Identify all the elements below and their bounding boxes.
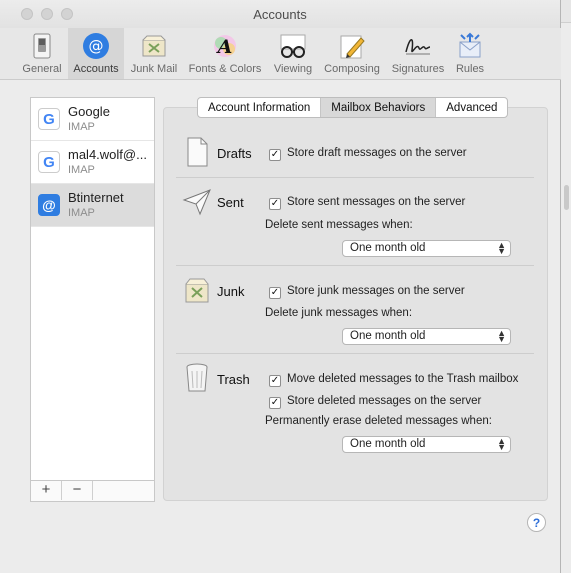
- toolbar-rules[interactable]: Rules: [450, 28, 490, 79]
- junk-tray-icon: [185, 278, 209, 303]
- account-type: IMAP: [68, 121, 95, 133]
- trash-section: Trash ✓ Move deleted messages to the Tras…: [176, 362, 534, 462]
- tab-advanced[interactable]: Advanced: [436, 98, 507, 117]
- title-bar: Accounts: [0, 0, 560, 28]
- toolbar-signatures[interactable]: Signatures: [388, 28, 448, 79]
- move-trash-checkbox-row[interactable]: ✓ Move deleted messages to the Trash mail…: [269, 373, 518, 387]
- pencil-icon: [340, 35, 365, 59]
- drafts-section: Drafts ✓ Store draft messages on the serv…: [176, 136, 534, 176]
- preferences-window: Accounts General @ Accounts Junk Mail A …: [0, 0, 561, 573]
- move-trash-checkbox[interactable]: ✓: [269, 375, 281, 387]
- account-name: Btinternet: [68, 190, 124, 205]
- store-trash-checkbox[interactable]: ✓: [269, 397, 281, 409]
- toolbar-viewing[interactable]: Viewing: [268, 28, 318, 79]
- toolbar-junk-mail[interactable]: Junk Mail: [126, 28, 182, 79]
- add-account-button[interactable]: +: [31, 481, 62, 500]
- delete-junk-select[interactable]: One month old ▲ ▼: [342, 328, 511, 345]
- chevron-updown-icon: ▲ ▼: [497, 436, 506, 452]
- store-drafts-checkbox[interactable]: ✓: [269, 149, 281, 161]
- rules-envelope-icon: [459, 32, 481, 58]
- background-scrollbar[interactable]: [564, 185, 569, 210]
- store-sent-checkbox[interactable]: ✓: [269, 198, 281, 210]
- accounts-list-footer: + −: [31, 480, 154, 501]
- toolbar-fonts-colors[interactable]: A Fonts & Colors: [184, 28, 266, 79]
- tab-account-information[interactable]: Account Information: [198, 98, 322, 117]
- junk-section: Junk ✓ Store junk messages on the server …: [176, 274, 534, 354]
- drafts-page-icon: [187, 137, 208, 167]
- store-junk-label: Store junk messages on the server: [287, 285, 465, 297]
- chevron-updown-icon: ▲ ▼: [497, 328, 506, 344]
- erase-trash-label: Permanently erase deleted messages when:: [265, 415, 492, 427]
- accounts-list: G Google IMAP G mal4.wolf@... IMAP @ Bti…: [30, 97, 155, 502]
- sent-section: Sent ✓ Store sent messages on the server …: [176, 186, 534, 266]
- window-title: Accounts: [253, 7, 307, 22]
- junk-title: Junk: [217, 284, 245, 299]
- account-name: Google: [68, 104, 110, 119]
- trash-title: Trash: [217, 372, 250, 387]
- account-type: IMAP: [68, 164, 95, 176]
- delete-junk-label: Delete junk messages when:: [265, 307, 413, 319]
- at-sign-icon: @: [83, 33, 109, 59]
- section-divider: [176, 177, 534, 178]
- erase-trash-select[interactable]: One month old ▲ ▼: [342, 436, 511, 453]
- junk-tray-icon: [142, 35, 166, 57]
- google-g-icon: G: [38, 108, 60, 130]
- move-trash-label: Move deleted messages to the Trash mailb…: [287, 373, 519, 385]
- section-divider: [176, 265, 534, 266]
- trash-can-icon: [186, 363, 208, 392]
- signature-icon: [405, 39, 431, 55]
- account-item-mal4-wolf[interactable]: G mal4.wolf@... IMAP: [31, 141, 154, 184]
- chevron-updown-icon: ▲ ▼: [497, 240, 506, 256]
- delete-sent-select[interactable]: One month old ▲ ▼: [342, 240, 511, 257]
- store-junk-checkbox[interactable]: ✓: [269, 287, 281, 299]
- general-switch-icon: [33, 33, 51, 59]
- svg-text:A: A: [216, 36, 233, 58]
- at-sign-icon: @: [38, 194, 60, 216]
- store-trash-checkbox-row[interactable]: ✓ Store deleted messages on the server: [269, 395, 481, 409]
- account-item-btinternet[interactable]: @ Btinternet IMAP: [31, 184, 154, 227]
- delete-sent-label: Delete sent messages when:: [265, 219, 413, 231]
- sent-title: Sent: [217, 195, 244, 210]
- toolbar-general[interactable]: General: [17, 28, 67, 79]
- tab-mailbox-behaviors[interactable]: Mailbox Behaviors: [321, 98, 437, 117]
- account-item-google[interactable]: G Google IMAP: [31, 98, 154, 141]
- fonts-colors-icon: A: [214, 35, 236, 58]
- store-junk-checkbox-row[interactable]: ✓ Store junk messages on the server: [269, 285, 465, 299]
- store-sent-checkbox-row[interactable]: ✓ Store sent messages on the server: [269, 196, 465, 210]
- section-divider: [176, 353, 534, 354]
- account-name: mal4.wolf@...: [68, 147, 147, 162]
- store-drafts-checkbox-row[interactable]: ✓ Store draft messages on the server: [269, 147, 467, 161]
- account-tabs: Account Information Mailbox Behaviors Ad…: [197, 97, 509, 118]
- drafts-title: Drafts: [217, 146, 252, 161]
- google-g-icon: G: [38, 151, 60, 173]
- store-drafts-label: Store draft messages on the server: [287, 147, 467, 159]
- svg-text:@: @: [89, 37, 104, 55]
- remove-account-button[interactable]: −: [62, 481, 93, 500]
- toolbar-composing[interactable]: Composing: [320, 28, 384, 79]
- paper-plane-icon: [182, 189, 211, 216]
- preferences-toolbar: General @ Accounts Junk Mail A Fonts & C…: [0, 28, 561, 80]
- delete-junk-value: One month old: [350, 330, 426, 342]
- store-trash-label: Store deleted messages on the server: [287, 395, 482, 407]
- toolbar-accounts[interactable]: @ Accounts: [68, 28, 124, 79]
- glasses-icon: [280, 34, 306, 58]
- erase-trash-value: One month old: [350, 438, 426, 450]
- help-button[interactable]: ?: [527, 513, 546, 532]
- account-type: IMAP: [68, 207, 95, 219]
- delete-sent-value: One month old: [350, 242, 426, 254]
- store-sent-label: Store sent messages on the server: [287, 196, 466, 208]
